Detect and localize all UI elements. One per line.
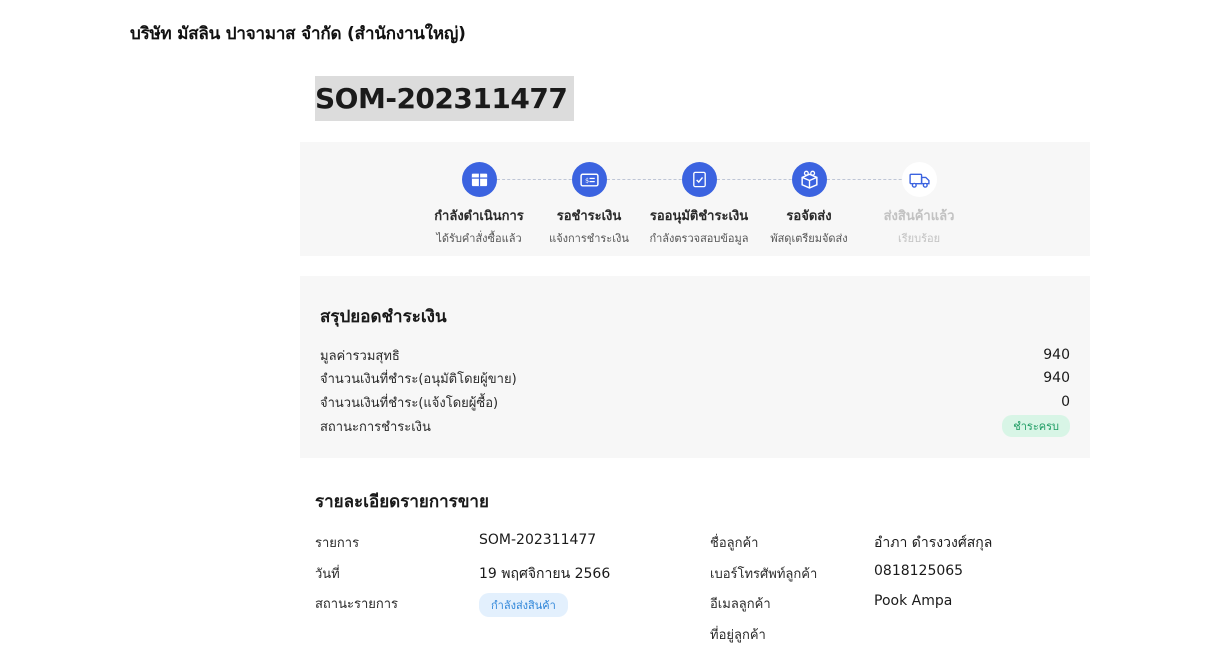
step-title: ส่งสินค้าแล้ว	[883, 209, 955, 224]
customer-email-label: อีเมลลูกค้า	[710, 597, 771, 612]
truck-icon	[901, 162, 937, 197]
payment-card-icon: $	[571, 162, 607, 197]
item-value: SOM-202311477	[479, 532, 597, 548]
packages-icon	[791, 162, 827, 197]
summary-row-payment-status: สถานะการชำระเงิน ชำระครบ	[320, 415, 1070, 437]
summary-row-net-total: มูลค่ารวมสุทธิ 940	[320, 345, 1070, 365]
step-shipped: ส่งสินค้าแล้ว เรียบร้อย	[854, 162, 984, 247]
box-icon	[461, 162, 497, 197]
summary-row-label: จำนวนเงินที่ชำระ(อนุมัติโดยผู้ขาย)	[320, 371, 517, 387]
document-check-icon	[681, 162, 717, 197]
date-label: วันที่	[315, 567, 340, 582]
svg-text:$: $	[585, 178, 589, 185]
item-label: รายการ	[315, 536, 360, 551]
order-progress-tracker: กำลังดำเนินการ ได้รับคำสั่งซื้อแล้ว $ รอ…	[300, 142, 1090, 256]
summary-row-paid-reported: จำนวนเงินที่ชำระ(แจ้งโดยผู้ซื้อ) 0	[320, 392, 1070, 412]
customer-phone-label: เบอร์โทรศัพท์ลูกค้า	[710, 567, 818, 582]
payment-status-badge: ชำระครบ	[1002, 415, 1070, 437]
summary-row-value: 940	[1043, 370, 1070, 386]
order-status-label: สถานะรายการ	[315, 597, 399, 612]
summary-row-value: 0	[1061, 394, 1070, 410]
customer-name-value: อำภา ดำรงวงศ์สกุล	[874, 535, 993, 551]
payment-summary-title: สรุปยอดชำระเงิน	[320, 307, 447, 327]
summary-row-value: 940	[1043, 347, 1070, 363]
payment-summary-panel: สรุปยอดชำระเงิน มูลค่ารวมสุทธิ 940 จำนวน…	[300, 276, 1090, 458]
customer-address-label: ที่อยู่ลูกค้า	[710, 628, 766, 643]
summary-row-label: มูลค่ารวมสุทธิ	[320, 348, 400, 364]
company-name: บริษัท มัสลิน ปาจามาส จำกัด (สำนักงานใหญ…	[130, 24, 466, 44]
customer-name-label: ชื่อลูกค้า	[710, 536, 759, 551]
order-status-badge: กำลังส่งสินค้า	[479, 593, 568, 617]
customer-email-value: Pook Ampa	[874, 593, 953, 609]
summary-row-paid-approved: จำนวนเงินที่ชำระ(อนุมัติโดยผู้ขาย) 940	[320, 368, 1070, 388]
sale-details-title: รายละเอียดรายการขาย	[315, 492, 489, 512]
step-subtitle: เรียบร้อย	[897, 232, 941, 245]
order-id-heading: SOM-202311477	[315, 76, 575, 121]
summary-row-label: สถานะการชำระเงิน	[320, 419, 431, 435]
customer-phone-value: 0818125065	[874, 563, 964, 579]
date-value: 19 พฤศจิกายน 2566	[479, 566, 611, 582]
summary-row-label: จำนวนเงินที่ชำระ(แจ้งโดยผู้ซื้อ)	[320, 395, 499, 411]
